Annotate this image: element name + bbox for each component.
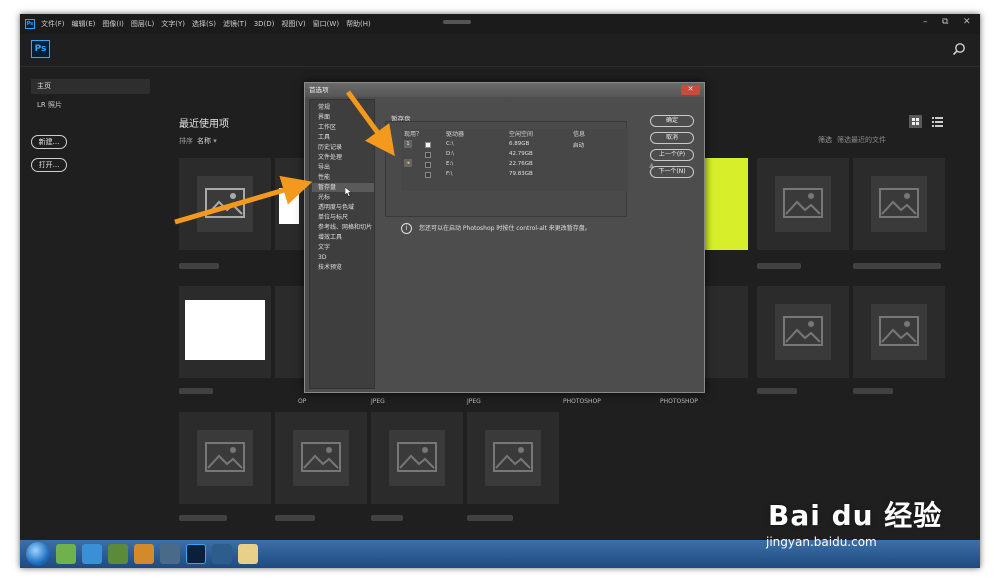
start-button[interactable]: [26, 542, 50, 566]
arrow-to-scratch-disks: [174, 175, 313, 225]
baidu-watermark-url: jingyan.baidu.com: [766, 535, 877, 549]
baidu-watermark-logo: Bai du 经验: [768, 499, 943, 532]
photoshop-window: Ps 文件(F) 编辑(E) 图像(I) 图层(L) 文字(Y) 选择(S) 滤…: [20, 14, 980, 568]
arrow-to-checkbox: [345, 90, 395, 157]
taskbar-app-icon[interactable]: [108, 544, 128, 564]
taskbar-app-icon[interactable]: [160, 544, 180, 564]
taskbar-app-icon[interactable]: [134, 544, 154, 564]
taskbar-app-icon[interactable]: [238, 544, 258, 564]
annotation-arrows: [174, 90, 395, 225]
taskbar-app-icon[interactable]: [56, 544, 76, 564]
taskbar-photoshop-icon[interactable]: [186, 544, 206, 564]
taskbar-app-icon[interactable]: [212, 544, 232, 564]
taskbar-app-icon[interactable]: [82, 544, 102, 564]
